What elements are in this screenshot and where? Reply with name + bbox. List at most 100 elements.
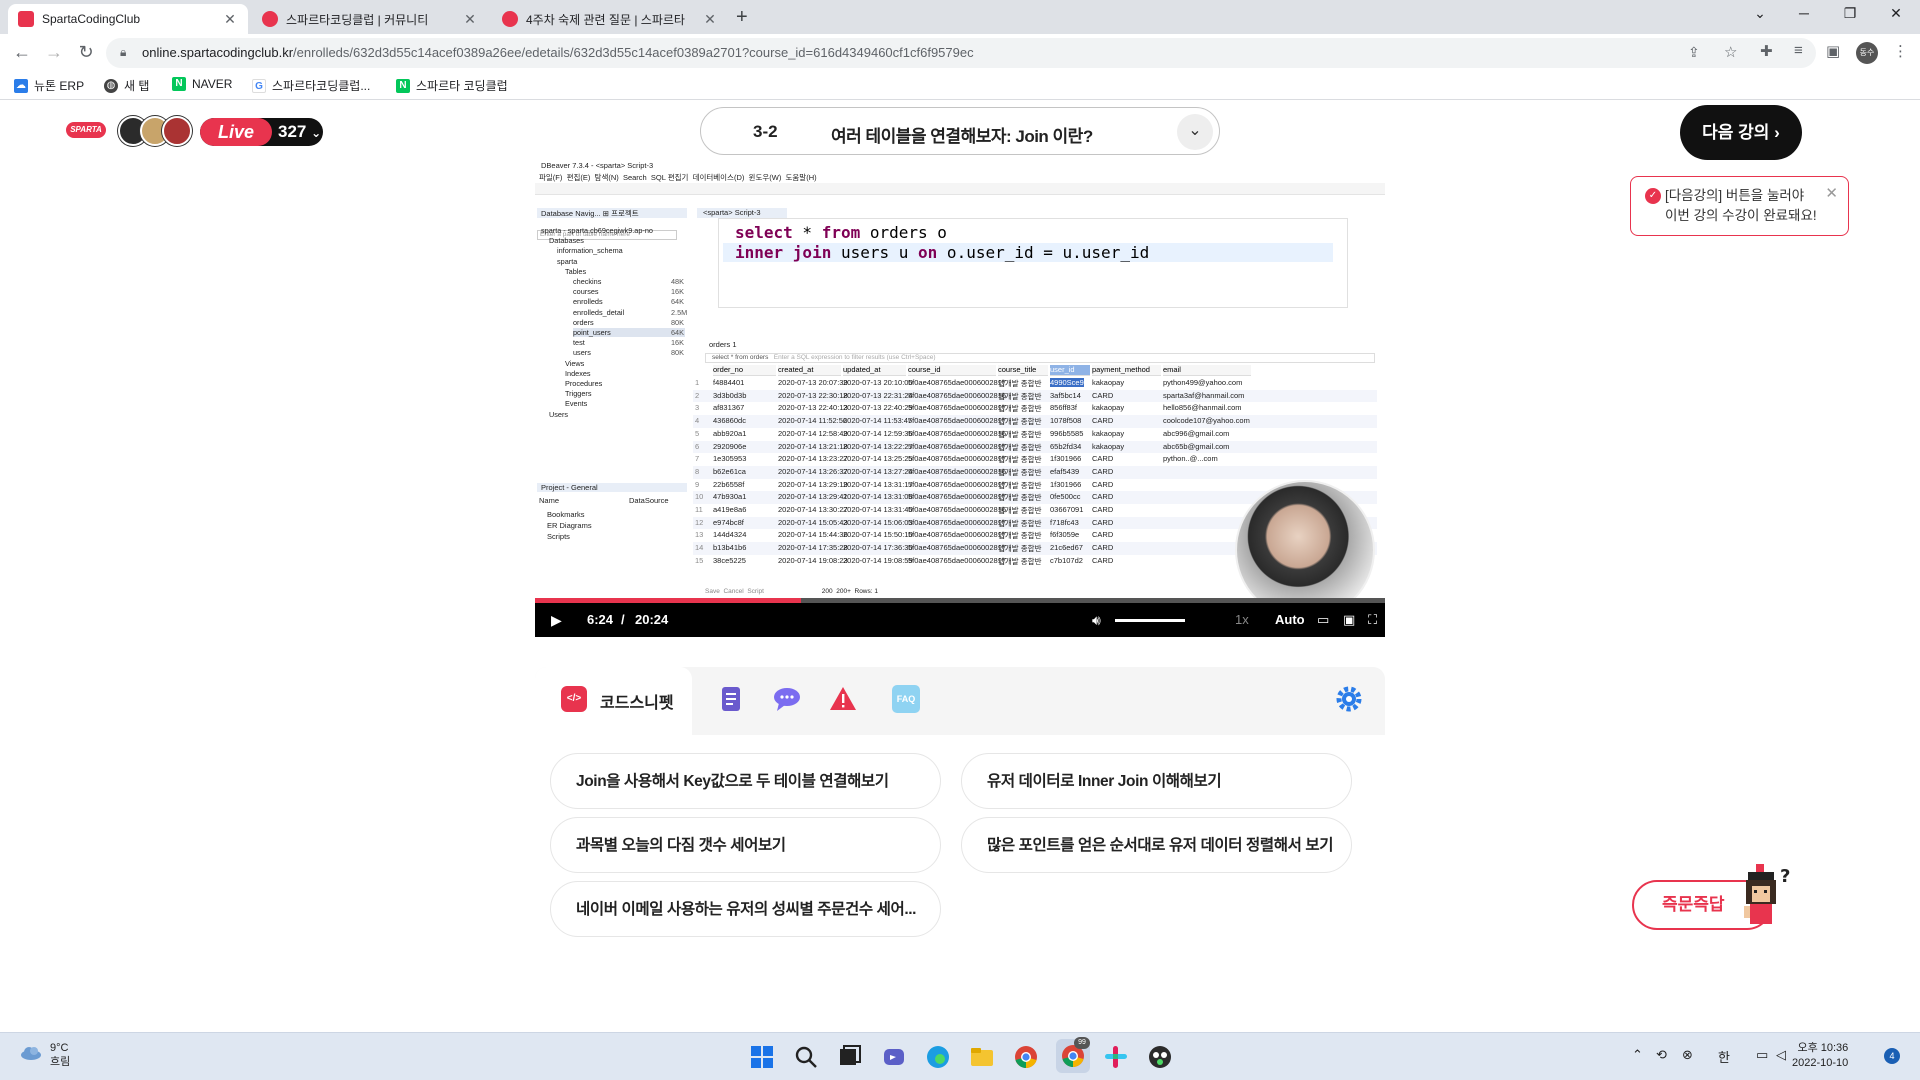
settings-icon[interactable] — [1335, 685, 1363, 713]
snippet-chip[interactable]: 과목별 오늘의 다짐 갯수 세어보기 — [550, 817, 941, 873]
new-tab-icon[interactable]: + — [736, 6, 748, 29]
tab-question[interactable]: 4주차 숙제 관련 질문 | 스파르타 ✕ — [492, 4, 728, 34]
grid-cell: coolcode107@yahoo.com — [1163, 416, 1250, 426]
grid-cell: 1f301966 — [1050, 479, 1082, 489]
tab-code-snippet[interactable]: </> 코드스니펫 — [535, 667, 692, 735]
tab-spartacodingclub[interactable]: SpartaCodingClub ✕ — [8, 4, 248, 34]
slack-icon[interactable] — [1102, 1043, 1130, 1071]
faq-icon[interactable]: FAQ — [892, 685, 920, 713]
grid-cell: 3 — [695, 403, 700, 413]
weather-widget[interactable]: 9°C 흐림 — [50, 1041, 70, 1069]
close-tab-icon[interactable]: ✕ — [222, 11, 238, 28]
profile-avatar[interactable]: 동수 — [1856, 42, 1878, 64]
windows-start-icon[interactable] — [748, 1043, 776, 1071]
video-player[interactable]: DBeaver 7.3.4 - <sparta> Script-3 파일(F) … — [535, 158, 1385, 637]
chevron-down-icon[interactable]: ⌄ — [1177, 114, 1213, 150]
tab-title: SpartaCodingClub — [42, 12, 141, 26]
grid-cell: 2020-07-14 19:08:23 — [778, 555, 848, 565]
bookmark-naver[interactable]: N NAVER — [172, 77, 232, 91]
chat-icon[interactable] — [773, 685, 801, 713]
grid-column-header: user_id — [1050, 365, 1090, 376]
close-window-icon[interactable]: ✕ — [1876, 5, 1916, 22]
bookmark-erp[interactable]: ☁ 뉴톤 ERP — [14, 77, 84, 94]
bookmark-sparta-naver[interactable]: N 스파르타 코딩클럽 — [396, 77, 508, 94]
next-lecture-button[interactable]: 다음 강의 › — [1680, 105, 1802, 160]
quality-selector[interactable]: Auto — [1275, 612, 1305, 627]
grid-cell: python499@yahoo.com — [1163, 378, 1243, 387]
db-tree-node: Events — [565, 399, 588, 409]
file-explorer-icon[interactable] — [968, 1043, 996, 1071]
grid-cell: 2020-07-13 22:40:29 — [843, 403, 913, 413]
volume-icon[interactable]: 🔊︎ — [1092, 612, 1101, 629]
grid-cell: 2020-07-14 13:31:08 — [843, 492, 913, 502]
playback-speed[interactable]: 1x — [1235, 612, 1249, 627]
close-circle-icon[interactable]: ⊗ — [1682, 1047, 1693, 1063]
system-clock[interactable]: 오후 10:36 2022-10-10 — [1792, 1041, 1848, 1071]
reload-icon[interactable]: ↻ — [74, 42, 98, 63]
menu-icon[interactable]: ⋮ — [1893, 42, 1908, 60]
notes-icon[interactable] — [717, 685, 745, 713]
grid-cell: 03667091 — [1050, 505, 1084, 514]
grid-cell: 0fe500cc — [1050, 492, 1081, 502]
captions-icon[interactable]: ▭ — [1317, 612, 1329, 628]
extensions-icon[interactable]: ✚ — [1760, 42, 1773, 60]
search-icon[interactable] — [792, 1043, 820, 1071]
teams-chat-icon[interactable] — [880, 1043, 908, 1071]
tab-community[interactable]: 스파르타코딩클럽 | 커뮤니티 ✕ — [252, 4, 488, 34]
ime-indicator[interactable]: 한 — [1718, 1047, 1730, 1066]
snippet-chip[interactable]: 네이버 이메일 사용하는 유저의 성씨별 주문건수 세어... — [550, 881, 941, 937]
fullscreen-icon[interactable]: ⛶ — [1368, 612, 1377, 628]
bookmark-star-icon[interactable]: ☆ — [1724, 43, 1737, 61]
lecture-selector[interactable]: 3-2 여러 테이블을 연결해보자: Join 이란? ⌄ — [700, 107, 1220, 155]
volume-slider[interactable] — [1115, 619, 1185, 622]
sync-icon[interactable]: ⟲ — [1656, 1047, 1667, 1063]
close-tab-icon[interactable]: ✕ — [462, 11, 478, 28]
db-tree-node: Tables — [565, 266, 587, 276]
grid-cell: 6 — [695, 441, 700, 451]
minimize-icon[interactable]: ─ — [1784, 5, 1824, 21]
network-icon[interactable]: ▭ — [1756, 1047, 1768, 1063]
bookmark-sparta-google[interactable]: G 스파르타코딩클럽... — [252, 77, 370, 94]
close-icon[interactable]: ✕ — [1825, 184, 1838, 204]
picture-in-picture-icon[interactable]: ▣ — [1343, 612, 1355, 628]
grid-cell: 2020-07-14 13:31:17 — [843, 479, 913, 489]
reading-list-icon[interactable]: ≡ — [1794, 42, 1803, 59]
grid-cell: 8 — [695, 466, 700, 476]
sparta-logo[interactable]: SPARTA — [66, 122, 106, 138]
task-view-icon[interactable] — [836, 1043, 864, 1071]
app-icon[interactable] — [1146, 1043, 1174, 1071]
naver-icon: N — [172, 77, 186, 91]
back-icon[interactable]: ← — [10, 42, 34, 63]
snippet-chip[interactable]: 많은 포인트를 얻은 순서대로 유저 데이터 정렬해서 보기 — [961, 817, 1352, 873]
edge-icon[interactable] — [924, 1043, 952, 1071]
address-bar[interactable]: 🔒︎ online.spartacodingclub.kr/enrolleds/… — [106, 38, 1816, 68]
table-row: 2 3d3b0d3b 2020-07-13 22:30:18 2020-07-13 2… — [693, 389, 1377, 403]
db-tree-node: courses 16K — [573, 287, 684, 297]
tab-search-icon[interactable]: ⌄ — [1740, 5, 1780, 22]
forward-icon[interactable]: → — [42, 42, 66, 63]
lecture-title: 여러 테이블을 연결해보자: Join 이란? — [831, 127, 1093, 146]
close-tab-icon[interactable]: ✕ — [702, 11, 718, 28]
grid-cell: 1e305953 — [713, 454, 747, 464]
live-badge[interactable]: Live 327 ⌄ — [200, 118, 323, 146]
snippet-chip[interactable]: Join을 사용해서 Key값으로 두 테이블 연결해보기 — [550, 753, 941, 809]
windows-taskbar: 9°C 흐림 99 ⌃ ⟲ ⊗ 한 ▭ ◁ 오후 10:36 2022-10-10 … — [0, 1032, 1920, 1080]
db-tree-node: enrolleds 64K — [573, 297, 684, 307]
grid-column-header: course_id — [908, 365, 996, 376]
speaker-icon[interactable]: ◁ — [1776, 1047, 1786, 1063]
share-icon[interactable]: ⇪ — [1688, 44, 1700, 61]
dbeaver-screen: DBeaver 7.3.4 - <sparta> Script-3 파일(F) … — [535, 158, 1385, 620]
warning-icon[interactable] — [829, 685, 857, 713]
grid-cell: 4990Sce9 — [1050, 378, 1084, 387]
grid-cell: 38ce5225 — [713, 555, 746, 565]
chevron-up-icon[interactable]: ⌃ — [1632, 1047, 1643, 1063]
chrome-icon[interactable] — [1012, 1043, 1040, 1071]
table-row: 3 af831367 2020-07-13 22:40:13 2020-07-13 2… — [693, 402, 1377, 415]
maximize-icon[interactable]: ❐ — [1830, 5, 1870, 22]
snippet-chip[interactable]: 유저 데이터로 Inner Join 이해해보기 — [961, 753, 1352, 809]
side-panel-icon[interactable]: ▣ — [1826, 42, 1840, 60]
notification-count[interactable]: 4 — [1884, 1048, 1900, 1064]
bookmark-newtab[interactable]: ◍ 새 탭 — [104, 77, 149, 94]
play-icon[interactable]: ▶ — [551, 612, 562, 629]
chrome-active-app[interactable]: 99 — [1056, 1037, 1090, 1073]
